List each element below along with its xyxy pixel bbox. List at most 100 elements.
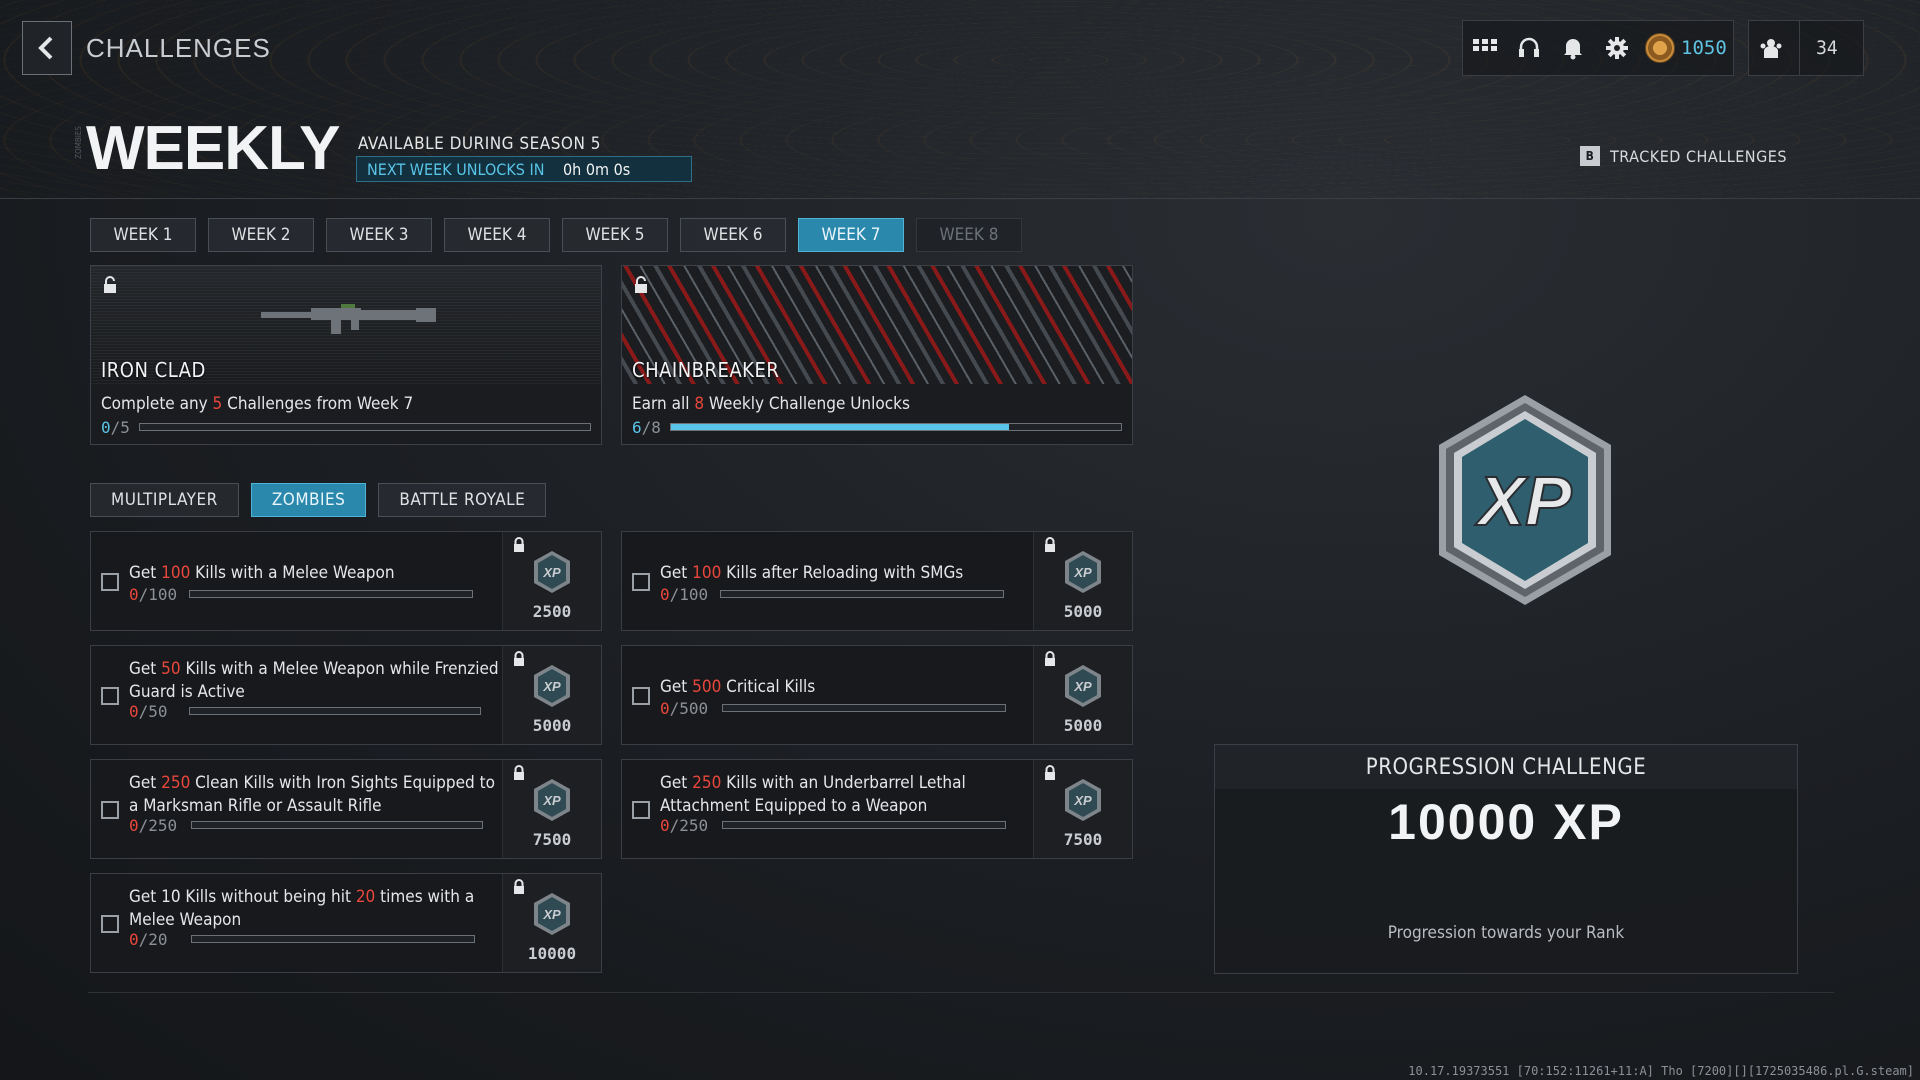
track-checkbox[interactable] [632, 573, 650, 591]
xp-token-icon: XP [1064, 664, 1102, 712]
track-checkbox[interactable] [101, 573, 119, 591]
headset-icon[interactable] [1507, 21, 1551, 75]
footer-divider [88, 992, 1834, 993]
challenge-description: Get 10 Kills without being hit 20 times … [129, 887, 475, 930]
week-tabs: WEEK 1 WEEK 2 WEEK 3 WEEK 4 WEEK 5 WEEK … [90, 218, 1022, 252]
track-checkbox[interactable] [101, 801, 119, 819]
lock-icon [1044, 537, 1056, 557]
reward-progress-text: 0/5 [101, 418, 130, 437]
challenge-card[interactable]: Get 500 Critical Kills 0/500 XP 5000 [621, 645, 1133, 745]
xp-reward-value: 5000 [532, 716, 572, 735]
b-key-icon: B [1580, 146, 1600, 166]
svg-text:XP: XP [542, 793, 561, 808]
challenge-progress-bar [191, 935, 475, 943]
side-tag: ZOMBIES [74, 126, 83, 159]
challenge-progress-text: 0/100 [129, 585, 178, 604]
weekly-title: WEEKLY [86, 114, 341, 183]
svg-text:XP: XP [1073, 565, 1092, 580]
challenge-card[interactable]: Get 50 Kills with a Melee Weapon while F… [90, 645, 602, 745]
back-button[interactable] [22, 21, 72, 75]
challenge-description: Get 50 Kills with a Melee Weapon while F… [129, 659, 499, 702]
lock-icon [1044, 765, 1056, 785]
challenge-progress-text: 0/250 [660, 816, 709, 835]
tab-week-5[interactable]: WEEK 5 [562, 218, 668, 252]
back-arrow-icon [38, 36, 53, 60]
lock-icon [513, 537, 525, 557]
challenge-card[interactable]: Get 250 Kills with an Underbarrel Lethal… [621, 759, 1133, 859]
challenge-progress-text: 0/20 [129, 930, 168, 949]
reward-card-chainbreaker[interactable]: CHAINBREAKER Earn all 8 Weekly Challenge… [621, 265, 1133, 445]
xp-token-icon: XP [1064, 550, 1102, 598]
svg-text:XP: XP [542, 565, 561, 580]
tracked-challenges-button[interactable]: B TRACKED CHALLENGES [1580, 146, 1787, 166]
tab-week-3[interactable]: WEEK 3 [326, 218, 432, 252]
challenge-card[interactable]: Get 100 Kills after Reloading with SMGs 0… [621, 531, 1133, 631]
tab-week-2[interactable]: WEEK 2 [208, 218, 314, 252]
cod-points-display[interactable]: 1050 [1639, 33, 1727, 63]
challenge-description: Get 500 Critical Kills [660, 677, 816, 697]
xp-reward: XP 5000 [1033, 532, 1132, 630]
challenge-progress-text: 0/100 [660, 585, 709, 604]
reward-description: Earn all 8 Weekly Challenge Unlocks [632, 394, 910, 414]
tab-zombies[interactable]: ZOMBIES [250, 483, 367, 517]
tab-week-6[interactable]: WEEK 6 [680, 218, 786, 252]
xp-reward: XP 10000 [502, 874, 601, 972]
challenge-card[interactable]: Get 10 Kills without being hit 20 times … [90, 873, 602, 973]
progression-xp-value: 10000 XP [1388, 794, 1624, 850]
friends-count: 34 [1799, 21, 1838, 75]
unlock-time: 0h 0m 0s [563, 159, 631, 179]
svg-text:XP: XP [1474, 462, 1572, 540]
tab-week-8[interactable]: WEEK 8 [916, 218, 1022, 252]
reward-card-iron-clad[interactable]: IRON CLAD Complete any 5 Challenges from… [90, 265, 602, 445]
progression-title: PROGRESSION CHALLENGE [1215, 745, 1797, 789]
xp-reward: XP 2500 [502, 532, 601, 630]
unlock-label: NEXT WEEK UNLOCKS IN [367, 159, 545, 179]
unlock-icon [104, 276, 116, 293]
challenge-card[interactable]: Get 100 Kills with a Melee Weapon 0/100 XP… [90, 531, 602, 631]
svg-text:XP: XP [542, 907, 561, 922]
reward-name: IRON CLAD [101, 358, 206, 382]
next-week-unlock-timer: NEXT WEEK UNLOCKS IN 0h 0m 0s [356, 156, 692, 182]
xp-reward-value: 5000 [1063, 602, 1103, 621]
xp-token-icon: XP [533, 778, 571, 826]
reward-name: CHAINBREAKER [632, 358, 780, 382]
tab-week-1[interactable]: WEEK 1 [90, 218, 196, 252]
challenge-description: Get 100 Kills after Reloading with SMGs [660, 563, 964, 583]
xp-reward-value: 10000 [527, 944, 577, 963]
tab-multiplayer[interactable]: MULTIPLAYER [90, 483, 239, 517]
lock-icon [513, 765, 525, 785]
topbar-icons: 1050 [1462, 20, 1734, 76]
grid-menu-icon[interactable] [1463, 21, 1507, 75]
track-checkbox[interactable] [101, 915, 119, 933]
svg-text:XP: XP [1073, 793, 1092, 808]
challenge-progress-bar [191, 821, 483, 829]
xp-reward-value: 7500 [532, 830, 572, 849]
settings-gear-icon[interactable] [1595, 21, 1639, 75]
reward-progress-bar [139, 423, 591, 431]
mode-tabs: MULTIPLAYER ZOMBIES BATTLE ROYALE [90, 483, 547, 517]
tab-battle-royale[interactable]: BATTLE ROYALE [378, 483, 547, 517]
xp-reward-value: 2500 [532, 602, 572, 621]
xp-reward: XP 5000 [1033, 646, 1132, 744]
reward-progress-text: 6/8 [632, 418, 661, 437]
track-checkbox[interactable] [632, 801, 650, 819]
friends-display[interactable]: 34 [1748, 20, 1864, 76]
xp-token-icon: XP [533, 892, 571, 940]
track-checkbox[interactable] [101, 687, 119, 705]
challenge-progress-text: 0/50 [129, 702, 168, 721]
challenge-progress-bar [189, 590, 473, 598]
reward-progress-bar [670, 423, 1122, 431]
challenge-card[interactable]: Get 250 Clean Kills with Iron Sights Equ… [90, 759, 602, 859]
track-checkbox[interactable] [632, 687, 650, 705]
progression-challenge-card: PROGRESSION CHALLENGE 10000 XP Progressi… [1214, 744, 1798, 974]
xp-reward: XP 7500 [502, 760, 601, 858]
tab-week-7[interactable]: WEEK 7 [798, 218, 904, 252]
notification-bell-icon[interactable] [1551, 21, 1595, 75]
tracked-challenges-label: TRACKED CHALLENGES [1610, 146, 1787, 166]
svg-text:XP: XP [1073, 679, 1092, 694]
tab-week-4[interactable]: WEEK 4 [444, 218, 550, 252]
xp-reward-value: 5000 [1063, 716, 1103, 735]
rifle-icon [261, 304, 436, 334]
page-title: CHALLENGES [86, 33, 271, 63]
challenge-progress-bar [720, 590, 1004, 598]
